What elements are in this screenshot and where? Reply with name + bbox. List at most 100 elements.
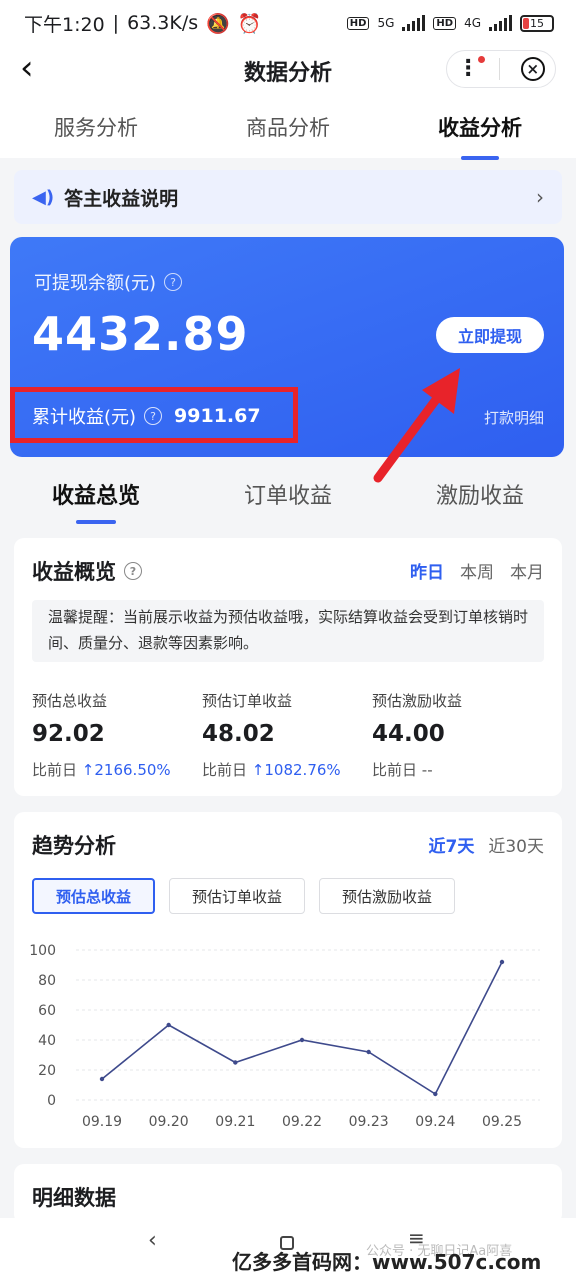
- x-tick-label: 09.23: [349, 1114, 389, 1130]
- stat-value: 92.02: [32, 721, 105, 747]
- status-speed: 63.3K/s: [127, 12, 199, 34]
- tab-service[interactable]: 服务分析: [54, 112, 138, 142]
- data-point: [99, 1076, 105, 1082]
- hd-badge-2: HD: [433, 16, 457, 30]
- x-tick-label: 09.24: [415, 1114, 455, 1130]
- net-5g: 5G: [377, 16, 395, 30]
- y-tick-label: 60: [38, 1003, 56, 1019]
- metric-incentive-button[interactable]: 预估激励收益: [319, 878, 456, 914]
- help-icon[interactable]: ?: [164, 273, 183, 291]
- period-yesterday[interactable]: 昨日: [410, 558, 444, 583]
- net-4g: 4G: [464, 16, 481, 30]
- tab-revenue[interactable]: 收益分析: [438, 112, 522, 142]
- nav-bar: ‹ 数据分析 ⋮ ×: [0, 46, 576, 92]
- range-30days[interactable]: 近30天: [488, 832, 544, 857]
- capsule-divider: [499, 58, 501, 80]
- detail-card: 明细数据: [14, 1164, 562, 1224]
- x-tick-label: 09.25: [482, 1114, 522, 1130]
- stat-change: 1082.76%: [264, 761, 341, 779]
- close-icon[interactable]: ×: [520, 57, 545, 81]
- y-tick-label: 80: [38, 973, 56, 989]
- stat-compare-label: 比前日: [372, 761, 418, 779]
- notice-text: 答主收益说明: [64, 187, 179, 210]
- stat-label: 预估订单收益: [202, 692, 293, 710]
- range-selector: 近7天 近30天: [429, 832, 544, 857]
- stat-change: 2166.50%: [94, 761, 171, 779]
- battery-icon: 15: [520, 14, 554, 32]
- back-nav-icon[interactable]: ‹: [148, 1228, 157, 1253]
- data-point: [166, 1022, 171, 1028]
- period-month[interactable]: 本月: [510, 558, 544, 583]
- x-tick-label: 09.21: [215, 1114, 255, 1130]
- revenue-notice-banner[interactable]: ◀) 答主收益说明 ›: [14, 170, 562, 224]
- data-point: [299, 1037, 305, 1043]
- chevron-right-icon: ›: [536, 185, 544, 209]
- range-7days[interactable]: 近7天: [429, 832, 475, 857]
- status-sep: |: [112, 12, 120, 34]
- stat-value: 44.00: [372, 721, 445, 747]
- stat-incentive: 预估激励收益 44.00 比前日 --: [372, 690, 542, 780]
- capsule-menu: ⋮ ×: [446, 50, 556, 88]
- data-point: [366, 1049, 371, 1055]
- detail-title: 明细数据: [32, 1186, 116, 1210]
- metric-buttons: 预估总收益 预估订单收益 预估激励收益: [32, 878, 456, 914]
- data-point: [499, 959, 505, 965]
- more-icon[interactable]: ⋮: [457, 56, 486, 80]
- period-selector: 昨日 本周 本月: [410, 558, 544, 583]
- y-tick-label: 20: [38, 1063, 56, 1079]
- stat-compare: 比前日 ↑2166.50%: [32, 759, 202, 780]
- help-icon-3[interactable]: ?: [124, 562, 142, 580]
- stat-label: 预估总收益: [32, 692, 108, 710]
- arrow-up-icon: ↑: [251, 761, 265, 779]
- arrow-up-icon: ↑: [81, 761, 95, 779]
- metric-order-button[interactable]: 预估订单收益: [169, 878, 306, 914]
- alarm-icon: ⏰: [237, 12, 262, 35]
- reminder-text: 温馨提醒：当前展示收益为预估收益哦，实际结算收益会受到订单核销时间、质量分、退款…: [32, 600, 544, 662]
- top-tabs: 服务分析 商品分析 收益分析: [0, 92, 576, 158]
- stat-order: 预估订单收益 48.02 比前日 ↑1082.76%: [202, 690, 372, 780]
- status-bar: 下午1:20 | 63.3K/s 🔕 ⏰ HD 5G HD 4G 15: [0, 0, 576, 46]
- overview-card: 收益概览 ? 昨日 本周 本月 温馨提醒：当前展示收益为预估收益哦，实际结算收益…: [14, 538, 562, 796]
- hd-badge: HD: [346, 16, 370, 30]
- stat-compare: 比前日 --: [372, 759, 542, 780]
- status-time: 下午1:20: [24, 13, 105, 36]
- balance-amount: 4432.89: [32, 307, 249, 361]
- y-tick-label: 0: [47, 1093, 56, 1109]
- overview-title: 收益概览: [32, 560, 116, 584]
- subtab-order[interactable]: 订单收益: [244, 478, 332, 510]
- revenue-subtabs: 收益总览 订单收益 激励收益: [0, 470, 576, 532]
- stat-value: 48.02: [202, 721, 275, 747]
- x-tick-label: 09.19: [82, 1114, 122, 1130]
- x-tick-label: 09.22: [282, 1114, 322, 1130]
- tab-product[interactable]: 商品分析: [246, 112, 330, 142]
- x-tick-label: 09.20: [149, 1114, 189, 1130]
- trend-line-chart: 0 20 40 60 80 100 09.19 09.20 09.21 09.22 09.23 09.…: [29, 943, 540, 1130]
- metric-total-button[interactable]: 预估总收益: [32, 878, 156, 914]
- highlight-box: [10, 387, 298, 443]
- stat-compare: 比前日 ↑1082.76%: [202, 759, 372, 780]
- subtab-incentive[interactable]: 激励收益: [436, 478, 524, 510]
- signal-icon: [402, 15, 426, 31]
- overview-title-row: 收益概览 ?: [32, 556, 142, 586]
- stat-compare-label: 比前日: [202, 761, 248, 779]
- stat-change: --: [421, 761, 433, 779]
- trend-title: 趋势分析: [32, 834, 116, 858]
- data-point: [433, 1091, 438, 1097]
- balance-card: 可提现余额(元) ? 4432.89 立即提现 累计收益(元) ? 9911.6…: [10, 237, 564, 457]
- balance-label: 可提现余额(元): [34, 273, 157, 294]
- stats-row: 预估总收益 92.02 比前日 ↑2166.50% 预估订单收益 48.02 比…: [32, 690, 544, 780]
- y-tick-label: 100: [29, 943, 56, 959]
- subtab-overview[interactable]: 收益总览: [52, 478, 140, 510]
- period-week[interactable]: 本周: [460, 558, 494, 583]
- stat-label: 预估激励收益: [372, 692, 463, 710]
- stat-total: 预估总收益 92.02 比前日 ↑2166.50%: [32, 690, 202, 780]
- watermark: 亿多多首码网：www.507c.com: [232, 1250, 542, 1274]
- withdraw-button[interactable]: 立即提现: [436, 317, 544, 353]
- payment-detail-link[interactable]: 打款明细: [484, 407, 544, 428]
- mute-icon: 🔕: [206, 12, 230, 35]
- system-nav-bar: ‹ ≡ 公众号 · 无聊日记Aa阿喜 亿多多首码网：www.507c.com: [0, 1218, 576, 1280]
- signal-icon-2: [489, 15, 512, 31]
- data-point: [233, 1060, 238, 1065]
- y-tick-label: 40: [38, 1033, 56, 1049]
- balance-label-row: 可提现余额(元) ?: [34, 269, 183, 295]
